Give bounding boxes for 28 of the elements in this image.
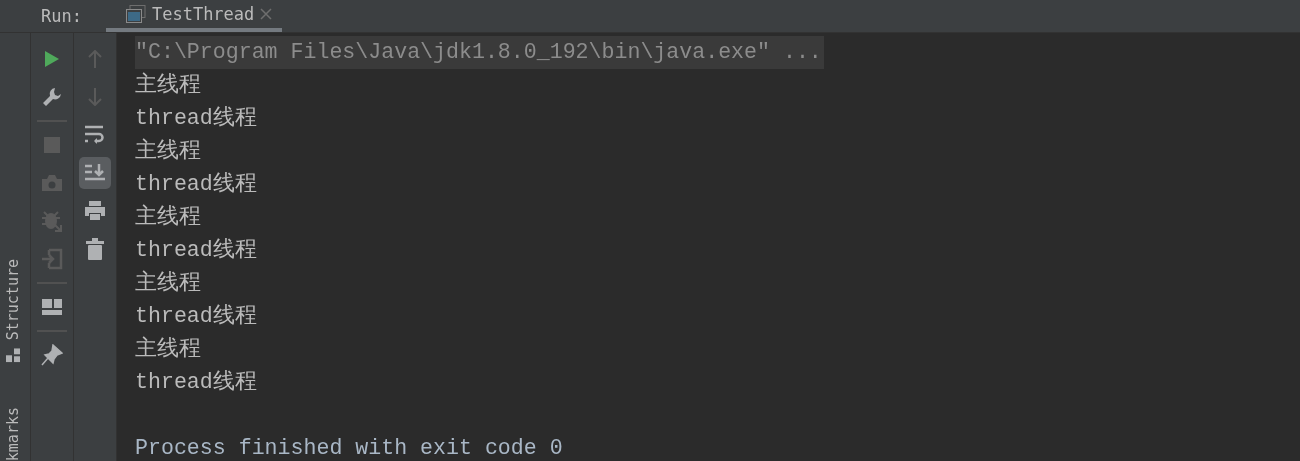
console-output-line: thread线程 <box>135 369 258 396</box>
scroll-to-end-icon[interactable] <box>84 163 106 183</box>
console-output-line: thread线程 <box>135 171 258 198</box>
console-output-line: thread线程 <box>135 303 258 330</box>
layout-icon[interactable] <box>42 299 62 315</box>
tool-window-tab[interactable]: kmarks <box>4 406 22 461</box>
run-label: Run: <box>41 6 82 26</box>
console-icon <box>125 5 146 23</box>
close-icon[interactable] <box>260 8 273 20</box>
wrap-icon[interactable] <box>84 125 106 145</box>
structure-icon[interactable] <box>6 348 20 362</box>
console-output-line: 主线程 <box>135 269 202 297</box>
run-icon[interactable] <box>44 50 60 68</box>
printer-icon[interactable] <box>84 201 106 221</box>
console-output-line: 主线程 <box>135 71 202 99</box>
console-output-line: thread线程 <box>135 237 258 264</box>
wrench-icon[interactable] <box>42 87 62 107</box>
console-output-line: 主线程 <box>135 335 202 363</box>
toggle-button[interactable] <box>79 157 111 189</box>
console-output-line: 主线程 <box>135 203 202 231</box>
console-message: Process finished with exit code 0 <box>135 435 564 461</box>
trash-icon[interactable] <box>86 238 104 260</box>
console-output-line: 主线程 <box>135 137 202 165</box>
tool-window-tab[interactable]: Structure <box>4 258 22 340</box>
console-message: "C:\Program Files\Java\jdk1.8.0_192\bin\java.exe" ... <box>135 36 824 69</box>
pin-icon[interactable] <box>41 344 63 366</box>
console-output-line: thread线程 <box>135 105 258 132</box>
run-tab[interactable]: TestThread <box>105 0 283 32</box>
